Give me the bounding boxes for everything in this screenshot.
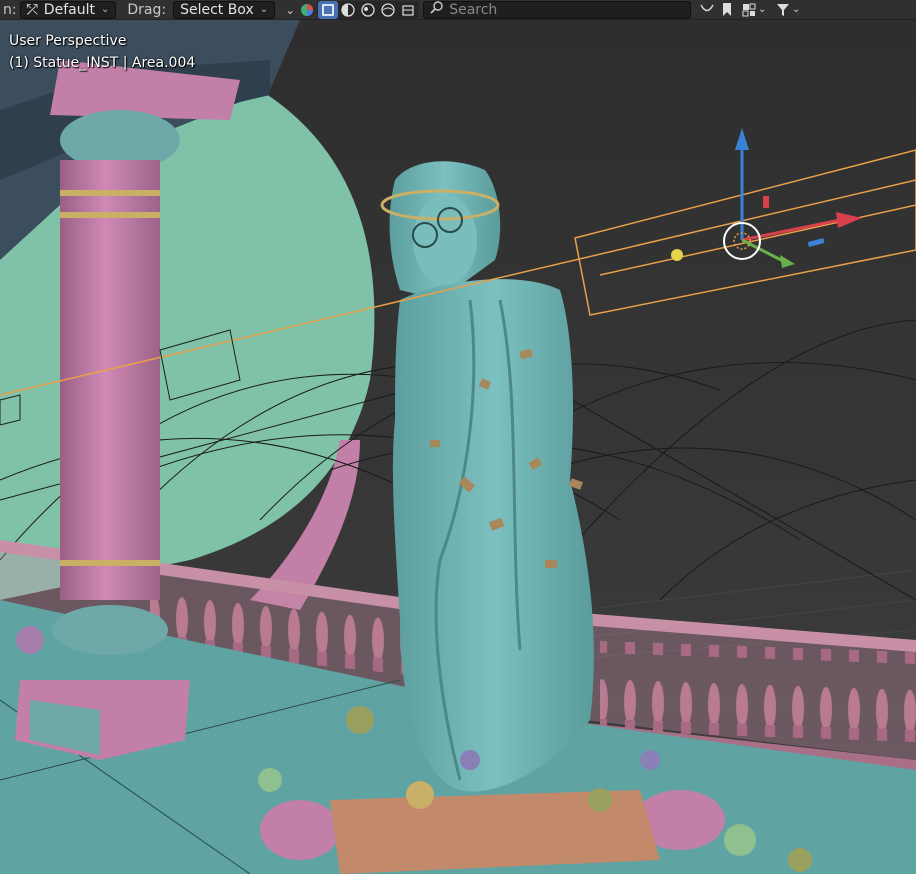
shading-solid-icon[interactable] [338, 1, 358, 19]
selection-info-label: (1) Statue_INST | Area.004 [9, 55, 196, 71]
drag-dropdown[interactable]: Select Box ⌄ [173, 0, 276, 19]
overlay-color-icon[interactable] [297, 1, 317, 19]
shading-buttons [317, 0, 420, 19]
3d-viewport-scene[interactable] [0, 0, 916, 874]
orientation-dropdown[interactable]: ⤱ Default ⌄ [19, 0, 117, 19]
chevron-down-icon: ⌄ [259, 4, 269, 15]
search-field[interactable]: Search [423, 0, 692, 19]
orientation-value: Default [43, 1, 95, 18]
blender-3d-viewport-window: n: ⤱ Default ⌄ Drag: Select Box ⌄ ⌄ Sear… [0, 0, 916, 874]
chevron-down-icon: ⌄ [757, 4, 767, 15]
shading-rendered-icon[interactable] [378, 1, 398, 19]
viewport-header: n: ⤱ Default ⌄ Drag: Select Box ⌄ ⌄ Sear… [0, 0, 916, 20]
view-name-label: User Perspective [9, 33, 127, 49]
chevron-down-icon: ⌄ [791, 4, 801, 15]
funnel-icon[interactable]: ⌄ [771, 1, 805, 19]
mode-label: n: [3, 1, 17, 18]
filter-icon[interactable] [697, 1, 717, 19]
bookmark-icon[interactable] [717, 1, 737, 19]
drag-value: Select Box [180, 1, 254, 18]
search-placeholder: Search [449, 1, 498, 18]
chevron-down-icon[interactable]: ⌄ [285, 3, 295, 17]
select-icon[interactable] [318, 0, 339, 19]
gizmo-icon[interactable]: ⌄ [737, 1, 771, 19]
orientation-icon: ⤱ [26, 1, 38, 18]
search-icon [430, 1, 443, 18]
chevron-down-icon: ⌄ [100, 4, 110, 15]
light-center-yellow [671, 249, 683, 261]
shading-wireframe-icon[interactable] [398, 1, 418, 19]
drag-label: Drag: [127, 1, 167, 18]
shading-material-icon[interactable] [358, 1, 378, 19]
